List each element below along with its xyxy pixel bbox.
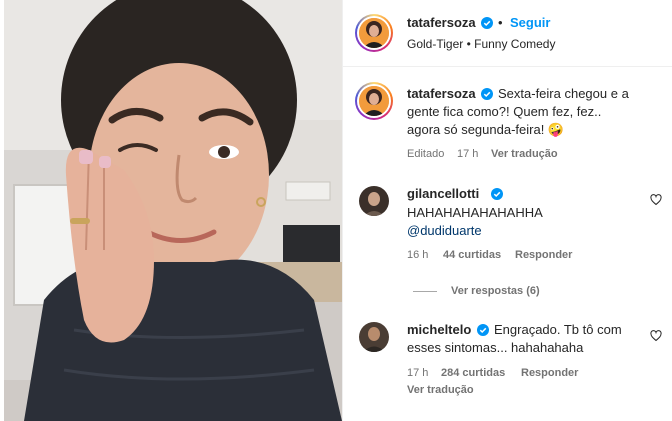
comment-text: HAHAHAHAHAHAHHA: [407, 205, 543, 220]
caption-text-line-3: agora só segunda-feira! 🤪: [407, 122, 565, 137]
comment-text-line-1: Engraçado. Tb tô com: [494, 322, 622, 337]
post-media: [0, 0, 342, 421]
post-photo-illustration: [4, 0, 342, 421]
caption-text-line-1: Sexta-feira chegou e a: [498, 86, 629, 101]
caption-edited-label: Editado: [407, 148, 445, 160]
heart-icon[interactable]: [650, 194, 662, 206]
comment-timestamp[interactable]: 16 h: [407, 249, 428, 261]
comment-reply-button[interactable]: Responder: [515, 249, 572, 261]
caption-translate-link[interactable]: Ver tradução: [491, 148, 558, 160]
comment-username[interactable]: gilancellotti: [407, 186, 479, 201]
comment-username[interactable]: micheltelo: [407, 322, 471, 337]
post-photo[interactable]: [4, 0, 342, 421]
verified-badge-icon: [491, 188, 503, 200]
verified-badge-icon: [481, 17, 493, 29]
caption-timestamp[interactable]: 17 h: [457, 148, 478, 160]
replies-line: [413, 291, 437, 292]
comment-translate-link[interactable]: Ver tradução: [407, 384, 474, 396]
caption-text-line-2: gente fica como?! Quem fez, fez..: [407, 104, 602, 119]
caption-username[interactable]: tatafersoza: [407, 86, 476, 101]
comment-reply-button[interactable]: Responder: [521, 367, 578, 379]
commenter-avatar-picture: [359, 322, 389, 352]
author-avatar[interactable]: [355, 14, 393, 52]
header-separator: •: [498, 15, 503, 30]
commenter-avatar-picture: [359, 186, 389, 216]
comment-likes-count[interactable]: 284 curtidas: [441, 367, 505, 379]
comment-timestamp[interactable]: 17 h: [407, 367, 428, 379]
commenter-avatar[interactable]: [359, 186, 389, 216]
header-divider: [343, 66, 672, 67]
verified-badge-icon: [481, 88, 493, 100]
author-username[interactable]: tatafersoza: [407, 15, 476, 30]
caption-avatar-picture: [359, 86, 389, 116]
verified-badge-icon: [477, 324, 489, 336]
post-sidebar: tatafersoza • Seguir Gold-Tiger • Funny …: [342, 0, 672, 421]
comment-text-line-2: esses sintomas... hahahahaha: [407, 340, 584, 355]
author-avatar-picture: [359, 18, 389, 48]
audio-attribution[interactable]: Gold-Tiger • Funny Comedy: [407, 37, 555, 51]
instagram-post-view: tatafersoza • Seguir Gold-Tiger • Funny …: [0, 0, 672, 421]
comment-likes-count[interactable]: 44 curtidas: [443, 249, 501, 261]
caption-avatar[interactable]: [355, 82, 393, 120]
follow-button[interactable]: Seguir: [510, 15, 550, 30]
commenter-avatar[interactable]: [359, 322, 389, 352]
view-replies-button[interactable]: Ver respostas (6): [451, 285, 540, 297]
heart-icon[interactable]: [650, 330, 662, 342]
comment-mention-link[interactable]: @dudiduarte: [407, 222, 482, 240]
